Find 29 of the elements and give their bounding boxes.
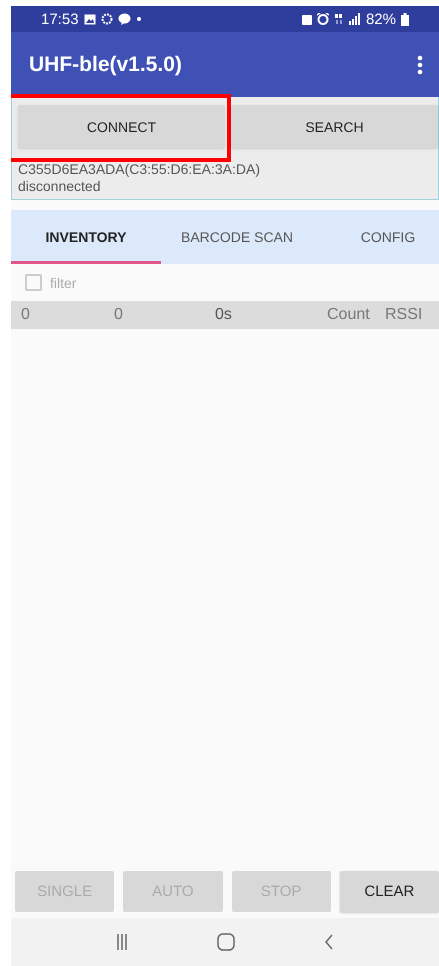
elapsed-time: 0s [215, 306, 233, 324]
action-button[interactable]: SEARCH [231, 105, 438, 148]
app-title: UHF-ble(v1.5.0) [29, 52, 182, 76]
tab[interactable]: INVENTORY [11, 210, 161, 264]
status-time: 17:53 [41, 10, 79, 28]
tab[interactable]: CONFIG [313, 210, 439, 264]
dot-icon [136, 16, 142, 22]
signal-icon [348, 13, 361, 25]
filter-label: filter [50, 274, 76, 290]
home-icon[interactable] [216, 933, 235, 951]
device-name: C355D6EA3ADA(C3:55:D6:EA:3A:DA) [18, 161, 261, 178]
recent-apps-icon[interactable] [116, 934, 128, 950]
tag-total: 0 [21, 306, 31, 324]
action-button[interactable]: CLEAR [340, 871, 439, 912]
more-menu-icon[interactable] [417, 54, 423, 74]
filter-checkbox[interactable] [25, 274, 42, 291]
tab[interactable]: BARCODE SCAN [161, 210, 313, 264]
alarm-clock-icon [316, 13, 329, 25]
ring-icon [100, 13, 113, 25]
column-header: RSSI [385, 306, 422, 324]
battery-icon [401, 12, 409, 26]
action-button[interactable]: CONNECT [18, 105, 225, 148]
tag-count: 0 [114, 306, 124, 324]
chat-bubble-icon [118, 13, 131, 25]
back-icon[interactable] [324, 934, 334, 950]
image-icon [84, 14, 96, 24]
battery-percent: 82% [366, 10, 396, 28]
connection-status: disconnected [18, 178, 102, 195]
column-header: Count [327, 306, 371, 324]
